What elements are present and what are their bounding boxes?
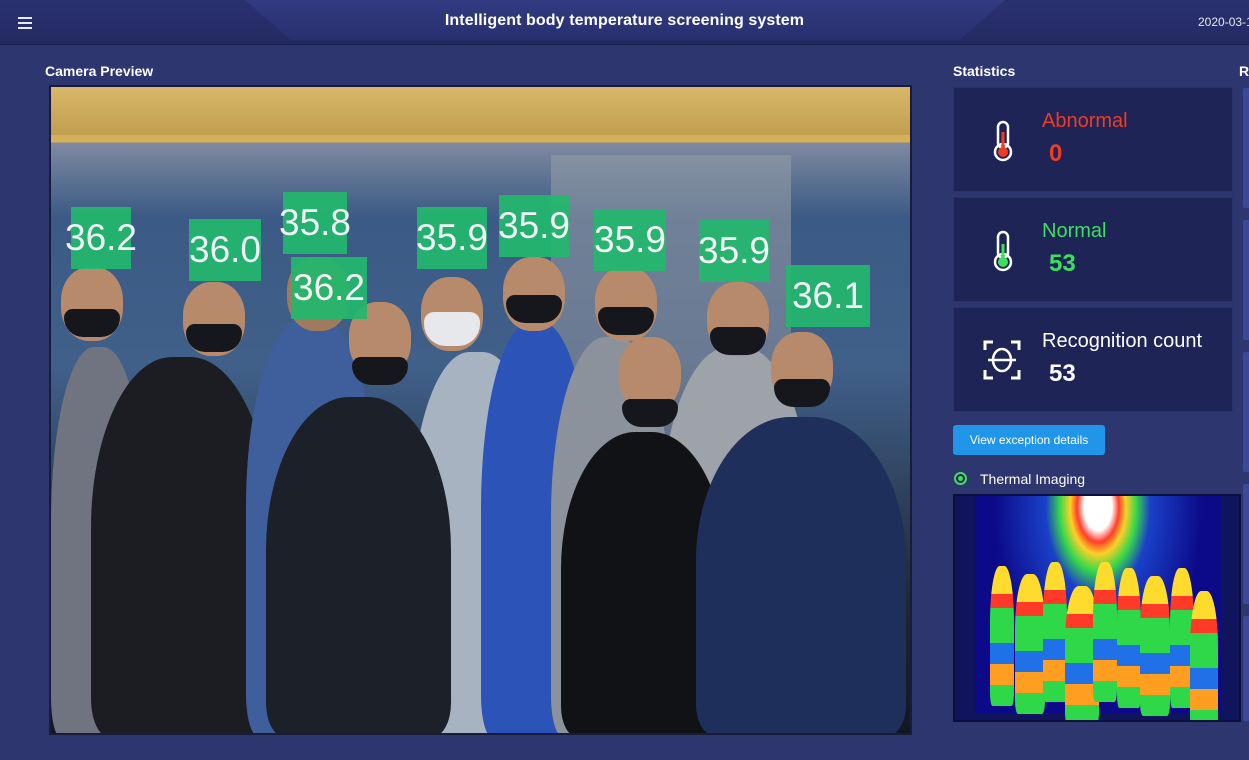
temperature-tag: 35.9 (416, 207, 488, 269)
thermal-imaging-radio[interactable] (954, 472, 967, 485)
thermal-person (1190, 591, 1218, 720)
abnormal-label: Abnormal (1042, 110, 1128, 132)
thermal-person (1043, 562, 1067, 702)
page-title: Intelligent body temperature screening s… (444, 12, 805, 29)
view-exception-details-button[interactable]: View exception details (953, 425, 1105, 455)
temperature-tag: 35.9 (594, 209, 666, 271)
thermal-person (990, 566, 1014, 706)
thermal-person (1093, 562, 1117, 702)
thermal-person (1140, 576, 1170, 716)
datetime-display: 2020-03-1 (1198, 15, 1249, 29)
thermal-imaging-view (953, 494, 1241, 722)
camera-preview-label: Camera Preview (45, 63, 154, 79)
face-mask (774, 379, 830, 407)
normal-label: Normal (1042, 220, 1107, 242)
right-panel-card (1243, 484, 1249, 604)
statistics-label: Statistics (953, 63, 1016, 79)
temperature-tag: 36.1 (786, 265, 870, 327)
right-panel-card (1243, 352, 1249, 472)
temperature-tag: 35.9 (498, 195, 570, 257)
right-panel-card (1243, 220, 1249, 340)
right-panel-label: R (1239, 63, 1249, 79)
temperature-tag: 35.8 (279, 192, 351, 254)
thermal-person (1117, 568, 1141, 708)
person-body (91, 357, 271, 733)
face-mask (598, 307, 654, 335)
thermal-imaging-label: Thermal Imaging (980, 471, 1086, 487)
normal-stat-card: Normal 53 (953, 197, 1233, 302)
thermometer-red-icon (993, 120, 1013, 162)
temperature-tag: 36.2 (65, 207, 137, 269)
header-bar: Intelligent body temperature screening s… (0, 0, 1249, 45)
camera-ceiling (51, 87, 910, 135)
recognition-stat-card: Recognition count 53 (953, 307, 1233, 412)
thermal-image (975, 496, 1221, 720)
thermometer-green-icon (993, 230, 1013, 272)
face-mask (710, 327, 766, 355)
temperature-tag: 36.0 (189, 219, 261, 281)
recognition-count: 53 (1049, 360, 1076, 387)
face-recognition-icon (983, 340, 1021, 380)
face-mask (186, 324, 242, 352)
person-body (696, 417, 906, 733)
temperature-tag: 36.2 (291, 257, 367, 319)
right-panel-card (1243, 88, 1249, 208)
face-mask (424, 312, 480, 346)
person-body (266, 397, 451, 733)
temperature-tag: 35.9 (698, 220, 770, 282)
abnormal-stat-card: Abnormal 0 (953, 87, 1233, 192)
face-mask (622, 399, 678, 427)
thermal-person (1015, 574, 1045, 714)
face-mask (352, 357, 408, 385)
recognition-label: Recognition count (1042, 330, 1203, 352)
abnormal-count: 0 (1049, 140, 1063, 167)
face-mask (64, 309, 120, 337)
camera-preview: 36.2 36.0 35.8 36.2 35.9 35.9 35.9 35.9 … (49, 85, 912, 735)
camera-scene: 36.2 36.0 35.8 36.2 35.9 35.9 35.9 35.9 … (51, 87, 910, 733)
normal-count: 53 (1049, 250, 1076, 277)
face-mask (506, 295, 562, 323)
right-panel-card (1243, 616, 1249, 721)
